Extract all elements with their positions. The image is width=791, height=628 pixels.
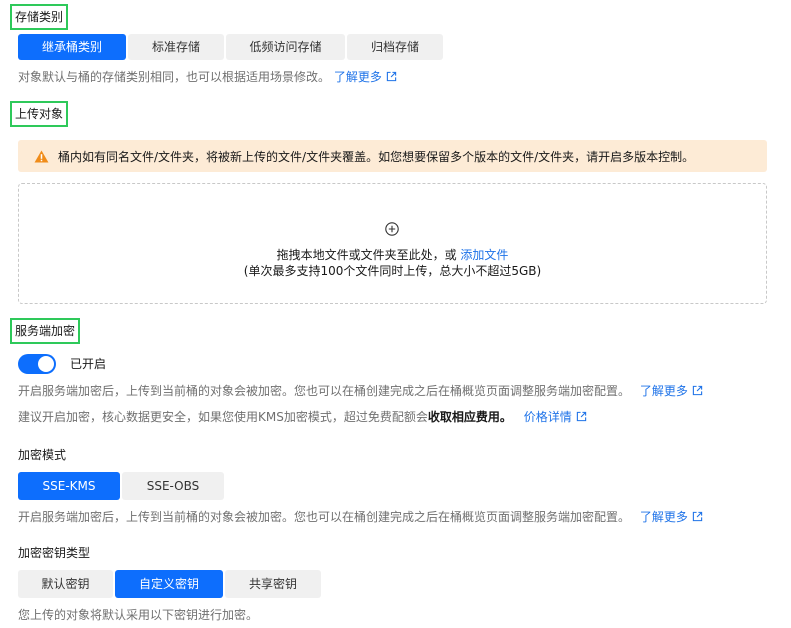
overwrite-warning: 桶内如有同名文件/文件夹，将被新上传的文件/文件夹覆盖。如您想要保留多个版本的文… — [18, 140, 767, 172]
mode-option-sse-obs[interactable]: SSE-OBS — [122, 472, 224, 500]
external-link-icon — [692, 385, 703, 396]
add-file-link[interactable]: 添加文件 — [460, 248, 508, 262]
key-option-shared[interactable]: 共享密钥 — [225, 570, 321, 598]
key-option-custom[interactable]: 自定义密钥 — [115, 570, 223, 598]
key-type-label: 加密密钥类型 — [18, 546, 91, 560]
warning-icon — [34, 149, 49, 163]
encryption-hint-text: 开启服务端加密后，上传到当前桶的对象会被加密。您也可以在桶创建完成之后在桶概览页… — [18, 384, 631, 398]
encryption-hint: 开启服务端加密后，上传到当前桶的对象会被加密。您也可以在桶创建完成之后在桶概览页… — [18, 383, 703, 399]
encryption-toggle[interactable] — [18, 354, 56, 374]
upload-limit-text: (单次最多支持100个文件同时上传，总大小不超过5GB) — [243, 264, 542, 278]
encryption-toggle-label: 已开启 — [70, 357, 107, 371]
encryption-mode-label: 加密模式 — [18, 448, 67, 462]
dropzone-instruction: 拖拽本地文件或文件夹至此处，或 添加文件 — [19, 247, 766, 263]
cost-hint-bold: 收取相应费用。 — [427, 410, 512, 424]
encryption-mode-selector: SSE-KMS SSE-OBS — [18, 472, 224, 500]
encryption-mode-hint: 开启服务端加密后，上传到当前桶的对象会被加密。您也可以在桶创建完成之后在桶概览页… — [18, 509, 703, 525]
encryption-learn-more-label: 了解更多 — [639, 384, 688, 398]
external-link-icon — [576, 411, 587, 422]
price-details-link[interactable]: 价格详情 — [524, 410, 587, 424]
mode-option-sse-kms[interactable]: SSE-KMS — [18, 472, 120, 500]
mode-learn-more-label: 了解更多 — [639, 510, 688, 524]
storage-option-standard[interactable]: 标准存储 — [128, 34, 224, 60]
storage-learn-more-label: 了解更多 — [333, 70, 382, 84]
external-link-icon — [692, 511, 703, 522]
encryption-learn-more-link[interactable]: 了解更多 — [640, 384, 703, 398]
key-hint: 您上传的对象将默认采用以下密钥进行加密。 — [18, 608, 259, 622]
storage-class-selector: 继承桶类别 标准存储 低频访问存储 归档存储 — [18, 34, 443, 60]
toggle-knob — [38, 356, 54, 372]
add-circle-icon[interactable] — [385, 222, 399, 236]
storage-class-hint: 对象默认与桶的存储类别相同，也可以根据适用场景修改。 了解更多 — [18, 69, 397, 85]
price-details-label: 价格详情 — [523, 410, 572, 424]
storage-class-hint-text: 对象默认与桶的存储类别相同，也可以根据适用场景修改。 — [18, 70, 331, 84]
dropzone-text: 拖拽本地文件或文件夹至此处，或 — [276, 248, 457, 262]
warning-text: 桶内如有同名文件/文件夹，将被新上传的文件/文件夹覆盖。如您想要保留多个版本的文… — [58, 149, 695, 164]
storage-option-inherit[interactable]: 继承桶类别 — [18, 34, 126, 60]
mode-hint-text: 开启服务端加密后，上传到当前桶的对象会被加密。您也可以在桶创建完成之后在桶概览页… — [18, 510, 631, 524]
storage-option-infrequent[interactable]: 低频访问存储 — [226, 34, 345, 60]
upload-dropzone[interactable]: 拖拽本地文件或文件夹至此处，或 添加文件 (单次最多支持100个文件同时上传，总… — [18, 183, 767, 304]
external-link-icon — [386, 71, 397, 82]
storage-class-title: 存储类别 — [10, 4, 69, 30]
storage-learn-more-link[interactable]: 了解更多 — [334, 70, 397, 84]
encryption-title: 服务端加密 — [10, 318, 81, 344]
upload-title: 上传对象 — [10, 101, 69, 127]
key-option-default[interactable]: 默认密钥 — [18, 570, 113, 598]
encryption-cost-hint: 建议开启加密，核心数据更安全，如果您使用KMS加密模式，超过免费配额会收取相应费… — [18, 409, 587, 425]
mode-learn-more-link[interactable]: 了解更多 — [640, 510, 703, 524]
key-type-selector: 默认密钥 自定义密钥 共享密钥 — [18, 570, 321, 598]
cost-hint-text: 建议开启加密，核心数据更安全，如果您使用KMS加密模式，超过免费配额会 — [18, 410, 428, 424]
storage-option-archive[interactable]: 归档存储 — [347, 34, 443, 60]
